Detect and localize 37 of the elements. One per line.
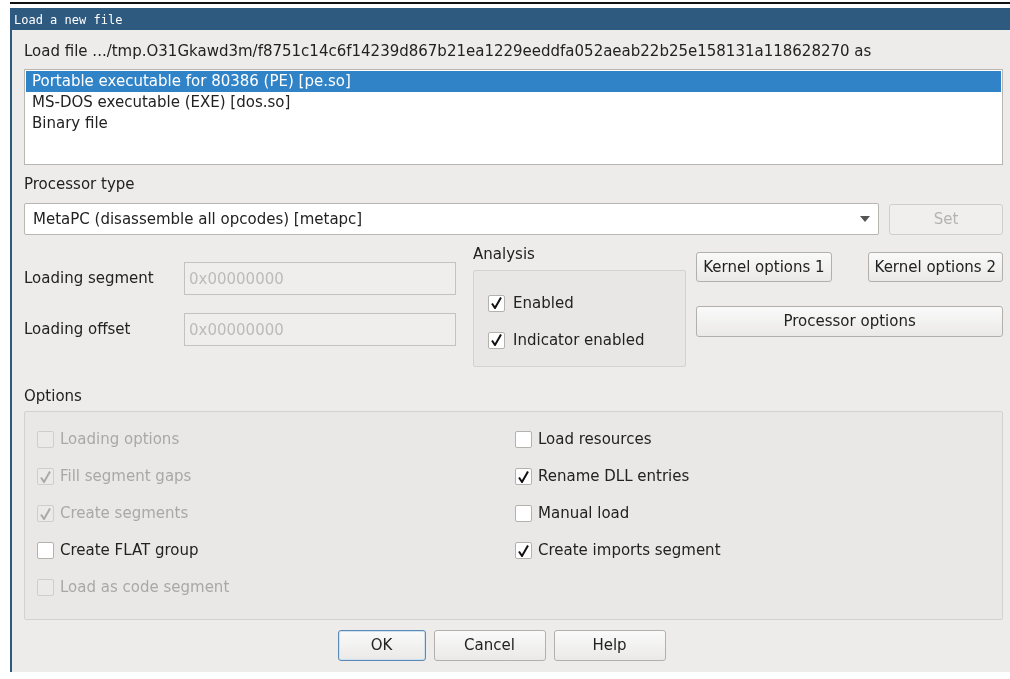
checkbox-label: Create segments <box>60 503 189 525</box>
checkbox[interactable] <box>488 331 506 349</box>
field-label: Loading offset <box>24 319 132 341</box>
checkbox-label: Indicator enabled <box>513 329 645 351</box>
checkbox-label: Rename DLL entries <box>538 466 690 488</box>
checkbox[interactable] <box>515 468 532 485</box>
checkbox-label: Fill segment gaps <box>60 466 192 488</box>
dropdown-value: MetaPC (disassemble all opcodes) [metapc] <box>33 208 363 230</box>
checkbox[interactable] <box>515 505 532 522</box>
processor-dropdown[interactable]: MetaPC (disassemble all opcodes) [metapc] <box>24 203 880 235</box>
processor-type-label: Processor type <box>24 173 136 195</box>
checkbox-label: Load as code segment <box>60 577 230 599</box>
field-label: Loading segment <box>24 268 155 290</box>
checkbox-label: Create FLAT group <box>60 540 199 562</box>
dialog-button[interactable]: OK <box>337 630 426 661</box>
file-type-item[interactable]: MS-DOS executable (EXE) [dos.so] <box>26 91 1001 113</box>
analysis-label: Analysis <box>473 244 536 265</box>
checkbox-label: Load resources <box>538 429 652 451</box>
checkbox-label: Loading options <box>60 429 180 451</box>
dropdown-arrow-icon <box>860 216 871 222</box>
dialog-button[interactable]: Help <box>553 630 666 661</box>
checkbox-label: Manual load <box>538 503 630 525</box>
checkbox-label: Enabled <box>513 292 574 314</box>
window-title: Load a new file <box>12 8 1010 30</box>
kernel-options-button[interactable]: Kernel options 1 <box>696 252 832 282</box>
checkbox[interactable] <box>515 542 532 559</box>
load-file-label: Load file .../tmp.O31Gkawd3m/f8751c14c6f14239d867b21ea1229eeddfa052aeab22b25e158131a118628270 as <box>24 41 873 62</box>
checkbox[interactable] <box>37 542 54 559</box>
checkbox-label: Create imports segment <box>538 540 721 562</box>
file-type-item[interactable]: Portable executable for 80386 (PE) [pe.so] <box>26 70 1001 92</box>
dialog-button[interactable]: Cancel <box>433 630 546 661</box>
processor-options-button[interactable]: Processor options <box>696 306 1003 337</box>
checkbox[interactable] <box>488 294 506 312</box>
kernel-options-button[interactable]: Kernel options 2 <box>867 252 1003 282</box>
file-type-item[interactable]: Binary file <box>26 112 1001 134</box>
checkbox[interactable] <box>515 431 532 448</box>
options-label: Options <box>24 385 83 407</box>
